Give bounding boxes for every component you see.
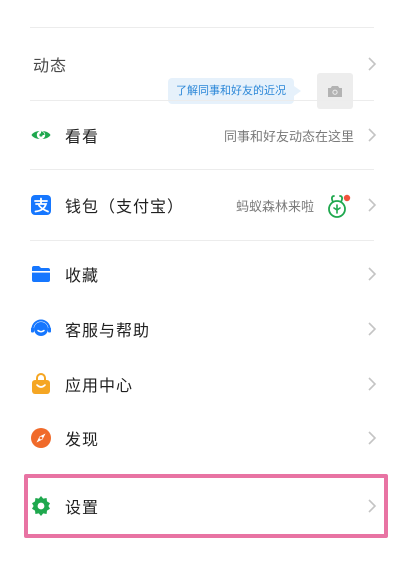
menu-item-label: 钱包（支付宝）: [65, 197, 185, 216]
menu-item-label: 看看: [65, 127, 100, 146]
menu-item-label: 收藏: [65, 266, 100, 285]
eye-icon: [30, 124, 52, 146]
menu-item-subtitle: 同事和好友动态在这里: [223, 129, 354, 145]
menu-item-wallet[interactable]: 钱包（支付宝） 蚂蚁森林来啦: [0, 170, 404, 240]
moments-row[interactable]: 动态 了解同事和好友的近况: [0, 28, 404, 109]
divider: [30, 240, 374, 241]
compass-icon: [30, 427, 52, 449]
menu-item-subtitle: 蚂蚁森林来啦: [235, 199, 314, 215]
menu-item-support[interactable]: 客服与帮助: [0, 301, 404, 357]
chevron-right-icon: [368, 267, 377, 281]
menu-item-label: 客服与帮助: [65, 321, 151, 340]
chevron-right-icon: [368, 377, 377, 391]
headset-icon: [30, 318, 52, 340]
folder-icon: [30, 263, 52, 285]
chevron-right-icon: [368, 431, 377, 445]
chevron-right-icon: [368, 128, 377, 142]
menu-item-favorites[interactable]: 收藏: [0, 245, 404, 303]
menu-item-label: 发现: [65, 430, 100, 449]
me-page: 动态 了解同事和好友的近况 看看 同事和好友动态在这里 钱包（支付宝） 蚂蚁森林…: [0, 0, 404, 565]
chevron-right-icon: [368, 198, 377, 212]
ant-forest-icon: [328, 194, 351, 218]
moments-label: 动态: [33, 56, 68, 75]
alipay-icon: [30, 194, 52, 216]
menu-item-discover[interactable]: 发现: [0, 410, 404, 466]
menu-item-label: 应用中心: [65, 376, 134, 395]
menu-item-app-center[interactable]: 应用中心: [0, 356, 404, 412]
menu-item-kankan[interactable]: 看看 同事和好友动态在这里: [0, 101, 404, 169]
shopping-bag-icon: [30, 373, 52, 395]
chevron-right-icon: [368, 322, 377, 336]
settings-highlight-frame: [24, 474, 388, 538]
chevron-right-icon: [368, 57, 377, 71]
